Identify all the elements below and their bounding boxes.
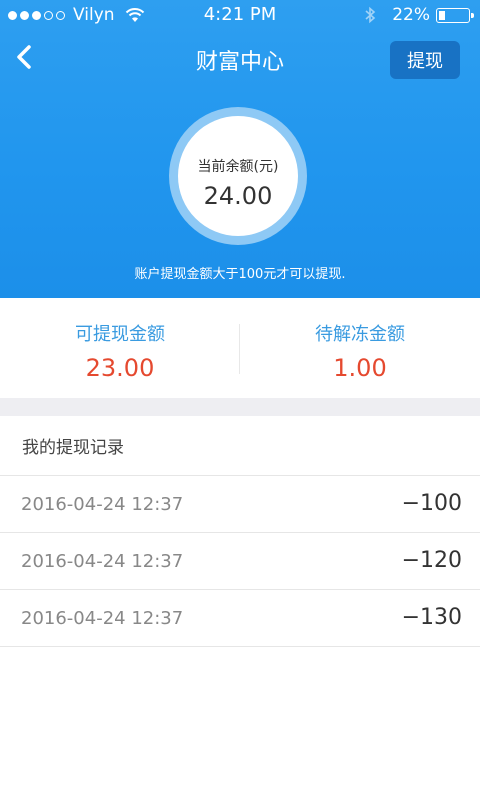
frozen-value: 1.00 — [333, 354, 387, 382]
record-date: 2016-04-24 12:37 — [21, 551, 184, 572]
section-divider — [0, 398, 480, 416]
battery-percent: 22% — [392, 5, 430, 25]
status-right: 22% — [364, 5, 474, 25]
status-bar: Vilyn 4:21 PM 22% — [0, 0, 480, 30]
balance-label: 当前余额(元) — [197, 159, 279, 175]
battery-icon — [436, 7, 474, 23]
header: Vilyn 4:21 PM 22% 财富中心 提现 当前余额(元) 24.00 — [0, 0, 480, 298]
withdraw-button[interactable]: 提现 — [390, 41, 460, 79]
withdrawable-label: 可提现金额 — [75, 324, 165, 345]
balance-circle: 当前余额(元) 24.00 — [178, 116, 298, 236]
balance-ring: 当前余额(元) 24.00 — [169, 107, 307, 245]
record-row[interactable]: 2016-04-24 12:37 −120 — [0, 533, 480, 590]
record-row[interactable]: 2016-04-24 12:37 −100 — [0, 476, 480, 533]
records-title: 我的提现记录 — [0, 416, 480, 476]
bluetooth-icon — [365, 6, 376, 24]
stats-panel: 可提现金额 23.00 待解冻金额 1.00 — [0, 298, 480, 398]
withdraw-hint: 账户提现金额大于100元才可以提现. — [134, 267, 346, 282]
record-amount: −100 — [401, 491, 462, 516]
battery-fill — [439, 10, 445, 20]
record-date: 2016-04-24 12:37 — [21, 608, 184, 629]
record-amount: −120 — [401, 548, 462, 573]
withdrawable-stat: 可提现金额 23.00 — [0, 298, 240, 398]
frozen-label: 待解冻金额 — [315, 324, 405, 345]
balance-value: 24.00 — [203, 182, 273, 210]
record-amount: −130 — [401, 605, 462, 630]
frozen-stat: 待解冻金额 1.00 — [240, 298, 480, 398]
record-row[interactable]: 2016-04-24 12:37 −130 — [0, 590, 480, 647]
record-date: 2016-04-24 12:37 — [21, 494, 184, 515]
withdrawable-value: 23.00 — [85, 354, 155, 382]
